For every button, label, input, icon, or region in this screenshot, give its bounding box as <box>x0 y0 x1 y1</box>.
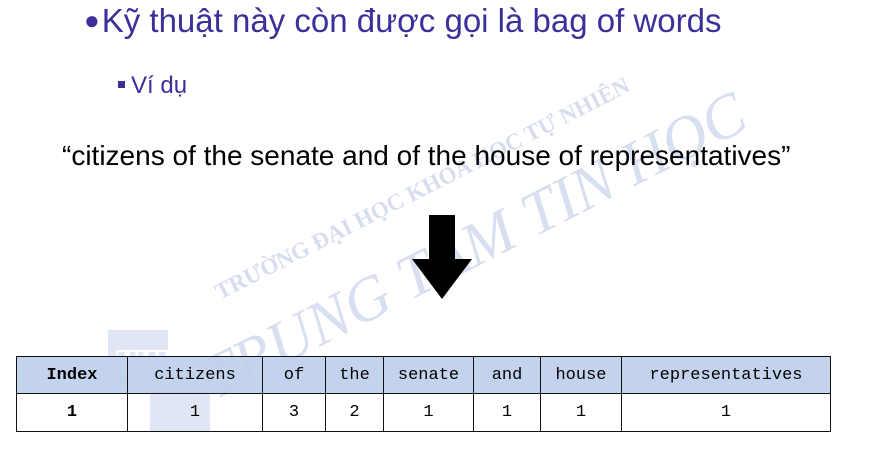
table-header-cell: and <box>473 356 541 394</box>
table-cell: 2 <box>325 393 384 432</box>
arrow-down-icon <box>412 215 472 299</box>
table-cell: 3 <box>262 393 326 432</box>
bullet-dot: ● <box>84 5 100 35</box>
table-cell: 1 <box>621 393 831 432</box>
subheading-text: Ví dụ <box>131 72 188 99</box>
square-bullet-icon <box>118 81 125 88</box>
bag-of-words-table: Index citizens of the senate and house r… <box>16 356 831 432</box>
heading-text: Kỹ thuật này còn được gọi là bag of word… <box>101 2 722 39</box>
table-header-cell: Index <box>16 356 128 394</box>
heading-bullet: ●Kỹ thuật này còn được gọi là bag of wor… <box>84 2 721 40</box>
table-header-cell: house <box>540 356 622 394</box>
example-sentence: “citizens of the senate and of the house… <box>62 140 791 171</box>
table-cell: 1 <box>540 393 622 432</box>
table-header-cell: representatives <box>621 356 831 394</box>
table-cell: 1 <box>127 393 263 432</box>
subheading-bullet: Ví dụ <box>118 72 187 100</box>
table-header-cell: senate <box>383 356 474 394</box>
table-header-cell: the <box>325 356 384 394</box>
table-cell: 1 <box>473 393 541 432</box>
table-row: 1 1 3 2 1 1 1 1 <box>16 393 831 432</box>
table-header-row: Index citizens of the senate and house r… <box>16 356 831 394</box>
table-header-cell: of <box>262 356 326 394</box>
table-header-cell: citizens <box>127 356 263 394</box>
table-cell: 1 <box>383 393 474 432</box>
table-cell: 1 <box>16 393 128 432</box>
